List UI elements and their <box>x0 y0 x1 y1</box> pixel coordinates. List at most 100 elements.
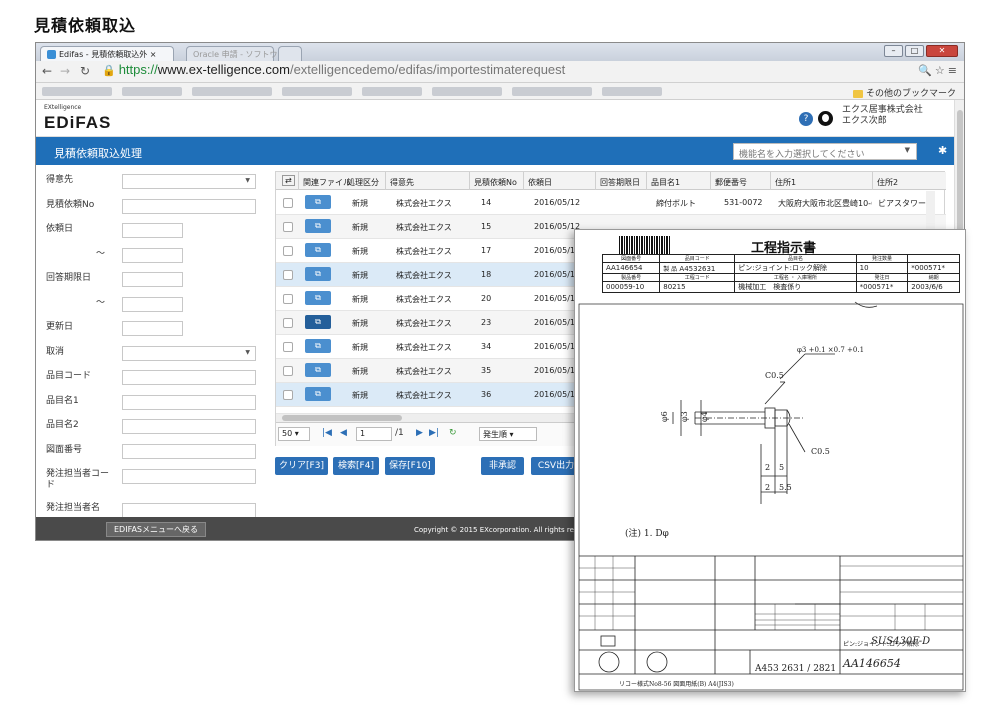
bookmark-item[interactable] <box>122 87 182 96</box>
bookmark-item[interactable] <box>192 87 272 96</box>
related-file-button[interactable]: ⧉ <box>305 339 331 353</box>
function-select[interactable]: 機能名を入力選択してください ▼ <box>733 143 917 160</box>
bookmark-item[interactable] <box>602 87 662 96</box>
buyer-code-input[interactable] <box>122 469 256 484</box>
col-header[interactable]: 処理区分 <box>347 177 379 188</box>
bookmarks-bar: その他のブックマーク <box>36 83 964 100</box>
last-page-icon[interactable]: ▶| <box>429 428 439 438</box>
svg-text:C0.5: C0.5 <box>765 371 784 380</box>
buyer-name-input[interactable] <box>122 503 256 518</box>
browser-tab-active[interactable]: Edifas - 見積依頼取込外 × <box>40 46 174 61</box>
col-header[interactable]: 関連ファイル <box>303 177 351 188</box>
url-field[interactable]: 🔒 https://www.ex-telligence.com/extellige… <box>102 62 565 77</box>
svg-text:φ6: φ6 <box>660 411 669 422</box>
sort-select[interactable]: 発生順 ▾ <box>479 427 537 441</box>
bookmark-item[interactable] <box>282 87 352 96</box>
col-header[interactable]: 住所2 <box>877 177 898 188</box>
zoom-star-menu-icons[interactable]: 🔍☆≡ <box>918 64 960 77</box>
row-checkbox[interactable] <box>283 390 293 400</box>
document-header-table: 図面番号 品目コード 品目名 発注数量 AA146654 製 品 A453263… <box>601 254 960 293</box>
prev-page-icon[interactable]: ◀ <box>340 428 347 438</box>
close-icon[interactable]: ✕ <box>926 45 958 57</box>
related-file-button[interactable]: ⧉ <box>305 195 331 209</box>
save-button[interactable]: 保存[F10] <box>385 457 435 475</box>
gear-icon[interactable]: ✱ <box>938 144 947 157</box>
answer-due-to-input[interactable] <box>122 297 183 312</box>
row-checkbox[interactable] <box>283 198 293 208</box>
unapprove-button[interactable]: 非承認 <box>481 457 524 475</box>
user-avatar-icon[interactable] <box>818 111 833 126</box>
bookmark-item[interactable] <box>432 87 502 96</box>
new-tab-button[interactable] <box>278 46 302 61</box>
related-file-button[interactable]: ⧉ <box>305 267 331 281</box>
bookmark-item[interactable] <box>362 87 422 96</box>
row-checkbox[interactable] <box>283 270 293 280</box>
updated-date-input[interactable] <box>122 321 183 336</box>
forward-icon[interactable]: → <box>60 64 70 78</box>
row-checkbox[interactable] <box>283 342 293 352</box>
help-icon[interactable]: ? <box>799 112 813 126</box>
bookmark-item[interactable] <box>512 87 592 96</box>
item-code-input[interactable] <box>122 370 256 385</box>
copyright: Copyright © 2015 EXcorporation. All righ… <box>414 526 598 534</box>
request-date-to-input[interactable] <box>122 248 183 263</box>
bookmark-item[interactable] <box>42 87 112 96</box>
request-no-input[interactable] <box>122 199 256 214</box>
search-button[interactable]: 検索[F4] <box>333 457 379 475</box>
svg-text:2: 2 <box>765 463 770 472</box>
minimize-icon[interactable]: – <box>884 45 903 57</box>
column-toggle-icon[interactable]: ⇄ <box>282 175 295 186</box>
browser-tab-other[interactable]: Oracle 申請 - ソフトウ... <box>186 46 285 61</box>
back-icon[interactable]: ← <box>42 64 52 78</box>
related-file-button[interactable]: ⧉ <box>305 315 331 329</box>
filter-label-request-date: 依頼日 <box>46 224 74 234</box>
col-header[interactable]: 依頼日 <box>528 177 552 188</box>
filter-label-buyer-name: 発注担当者名 <box>46 503 101 513</box>
drawing-no-input[interactable] <box>122 444 256 459</box>
row-checkbox[interactable] <box>283 246 293 256</box>
company-name: エクス居事株式会社 <box>842 105 923 115</box>
col-header[interactable]: 得意先 <box>390 177 414 188</box>
page-number-input[interactable]: 1 <box>356 427 392 441</box>
col-header[interactable]: 郵便番号 <box>715 177 747 188</box>
back-to-menu-button[interactable]: EDIFASメニューへ戻る <box>106 522 206 537</box>
row-checkbox[interactable] <box>283 222 293 232</box>
scanned-work-instruction-document: 工程指示書 図面番号 品目コード 品目名 発注数量 AA146654 製 品 A… <box>574 229 966 692</box>
related-file-button[interactable]: ⧉ <box>305 219 331 233</box>
item-name2-input[interactable] <box>122 419 256 434</box>
clear-button[interactable]: クリア[F3] <box>275 457 328 475</box>
answer-due-from-input[interactable] <box>122 272 183 287</box>
row-checkbox[interactable] <box>283 318 293 328</box>
next-page-icon[interactable]: ▶ <box>416 428 423 438</box>
first-page-icon[interactable]: |◀ <box>322 428 332 438</box>
reload-icon[interactable]: ↻ <box>80 64 90 78</box>
refresh-icon[interactable]: ↻ <box>449 428 457 438</box>
chevron-down-icon: ▼ <box>245 349 250 356</box>
maximize-icon[interactable]: □ <box>905 45 924 57</box>
related-file-button[interactable]: ⧉ <box>305 243 331 257</box>
related-file-button[interactable]: ⧉ <box>305 291 331 305</box>
request-date-from-input[interactable] <box>122 223 183 238</box>
col-header[interactable]: 見積依頼No <box>474 177 517 188</box>
svg-text:C0.5: C0.5 <box>811 447 830 456</box>
cancel-select[interactable]: ▼ <box>122 346 256 361</box>
row-checkbox[interactable] <box>283 366 293 376</box>
col-header[interactable]: 住所1 <box>775 177 796 188</box>
customer-select[interactable]: ▼ <box>122 174 256 189</box>
related-file-button[interactable]: ⧉ <box>305 387 331 401</box>
part-name: ピン:ジョイント:ロック解除 <box>843 640 919 648</box>
tab-label: Edifas - 見積依頼取込外 × <box>59 50 157 59</box>
page-size-select[interactable]: 50 ▾ <box>278 427 310 441</box>
col-header[interactable]: 品目名1 <box>651 177 680 188</box>
table-row[interactable]: ⧉ 新規 株式会社エクス 14 2016/05/12 締付ボルト 531-007… <box>276 191 946 215</box>
edifas-logo: EDiFAS <box>44 113 112 132</box>
col-header[interactable]: 回答期限日 <box>600 177 640 188</box>
svg-text:5: 5 <box>779 463 784 472</box>
other-bookmarks[interactable]: その他のブックマーク <box>852 86 956 99</box>
folder-icon <box>852 89 863 98</box>
item-name1-input[interactable] <box>122 395 256 410</box>
related-file-button[interactable]: ⧉ <box>305 363 331 377</box>
scroll-thumb[interactable] <box>282 415 402 421</box>
row-checkbox[interactable] <box>283 294 293 304</box>
chevron-down-icon: ▼ <box>245 177 250 184</box>
